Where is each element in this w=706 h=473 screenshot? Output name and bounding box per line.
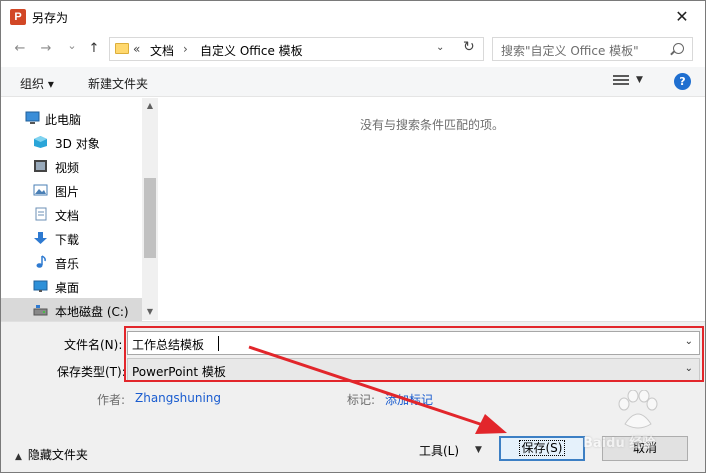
search-input[interactable]: 搜索"自定义 Office 模板": [501, 42, 639, 59]
nav-item-label: 视频: [55, 161, 80, 175]
video-icon: [34, 160, 47, 172]
scroll-down-icon[interactable]: ▼: [142, 304, 158, 320]
nav-item-label: 此电脑: [45, 113, 82, 127]
scrollbar-thumb[interactable]: [144, 178, 156, 258]
filetype-label: 保存类型(T):: [57, 365, 126, 379]
scroll-up-icon[interactable]: ▲: [142, 98, 158, 114]
organize-menu-button[interactable]: 组织 ▾: [20, 75, 54, 92]
forward-arrow-icon[interactable]: →: [37, 40, 55, 58]
disk-icon: [33, 305, 48, 316]
breadcrumb-documents[interactable]: 文档: [150, 42, 174, 59]
save-as-dialog: P 另存为 ✕ ← → ⌄ ↑ « 文档 › 自定义 Office 模板 ⌄ ↻…: [0, 0, 706, 473]
up-folder-icon[interactable]: ↑: [85, 40, 103, 58]
cube-3d-icon: [34, 136, 47, 148]
chevron-up-icon: ▲: [15, 452, 22, 462]
nav-item-3d-objects[interactable]: 3D 对象: [1, 130, 142, 154]
music-icon: [36, 255, 46, 268]
nav-item-label: 图片: [55, 185, 80, 199]
tools-dropdown-icon[interactable]: ▼: [475, 445, 482, 455]
breadcrumb-separator: ›: [183, 42, 188, 56]
new-folder-button[interactable]: 新建文件夹: [88, 75, 148, 92]
nav-item-label: 音乐: [55, 257, 80, 271]
filename-label: 文件名(N):: [64, 338, 123, 352]
breadcrumb-overflow[interactable]: «: [133, 42, 140, 56]
pc-icon: [25, 111, 40, 124]
view-options-icon[interactable]: [613, 75, 629, 89]
tags-label: 标记:: [347, 393, 376, 407]
close-button[interactable]: ✕: [659, 1, 705, 32]
nav-item-downloads[interactable]: 下载: [1, 226, 142, 250]
filetype-value: PowerPoint 模板: [132, 365, 226, 379]
nav-item-label: 本地磁盘 (C:): [55, 305, 129, 319]
navigation-pane: 此电脑 3D 对象 视频 图片 文档 下载 音乐 桌面 本地磁盘 (C:) ▲ …: [1, 98, 158, 322]
view-dropdown-icon[interactable]: ▼: [636, 75, 643, 85]
nav-item-this-pc[interactable]: 此电脑: [1, 106, 142, 130]
title-bar: P 另存为 ✕: [1, 1, 705, 33]
back-arrow-icon[interactable]: ←: [11, 40, 29, 58]
pictures-icon: [33, 184, 48, 196]
documents-icon: [35, 207, 47, 221]
nav-item-label: 下载: [55, 233, 80, 247]
breadcrumb-custom-office-templates[interactable]: 自定义 Office 模板: [200, 42, 303, 59]
hide-folders-button[interactable]: ▲ 隐藏文件夹: [15, 446, 88, 463]
text-caret: [218, 336, 219, 351]
recent-locations-dropdown-icon[interactable]: ⌄: [63, 37, 81, 55]
address-bar[interactable]: « 文档 › 自定义 Office 模板 ⌄ ↻: [109, 37, 484, 61]
command-toolbar: 组织 ▾ 新建文件夹 ▼ ?: [1, 67, 705, 97]
nav-item-pictures[interactable]: 图片: [1, 178, 142, 202]
filename-field[interactable]: 工作总结模板 ⌄: [127, 331, 700, 355]
desktop-icon: [33, 280, 48, 292]
nav-item-desktop[interactable]: 桌面: [1, 274, 142, 298]
address-dropdown-icon[interactable]: ⌄: [436, 42, 444, 53]
window-title: 另存为: [32, 11, 69, 25]
hide-folders-label: 隐藏文件夹: [27, 448, 88, 462]
author-label: 作者:: [97, 393, 126, 407]
nav-item-documents[interactable]: 文档: [1, 202, 142, 226]
refresh-icon[interactable]: ↻: [463, 39, 475, 55]
filename-dropdown-icon[interactable]: ⌄: [685, 336, 693, 347]
empty-results-message: 没有与搜索条件匹配的项。: [359, 118, 504, 132]
cancel-button[interactable]: 取消: [602, 436, 688, 461]
save-button-label: 保存(S): [518, 440, 566, 456]
navigation-bar: ← → ⌄ ↑ « 文档 › 自定义 Office 模板 ⌄ ↻ 搜索"自定义 …: [1, 33, 705, 65]
save-button[interactable]: 保存(S): [499, 436, 585, 461]
nav-item-music[interactable]: 音乐: [1, 250, 142, 274]
search-box[interactable]: 搜索"自定义 Office 模板": [492, 37, 693, 61]
save-options-area: 文件名(N): 工作总结模板 ⌄ 保存类型(T): PowerPoint 模板 …: [1, 321, 705, 472]
powerpoint-app-icon: P: [10, 9, 26, 25]
add-tags-link[interactable]: 添加标记: [385, 391, 433, 408]
search-icon: [673, 43, 684, 54]
nav-item-label: 3D 对象: [55, 137, 100, 151]
file-list-pane[interactable]: 没有与搜索条件匹配的项。: [159, 98, 705, 320]
filetype-select[interactable]: PowerPoint 模板 ⌄: [127, 358, 700, 382]
author-value[interactable]: Zhangshuning: [135, 391, 221, 405]
nav-item-videos[interactable]: 视频: [1, 154, 142, 178]
folder-icon: [115, 43, 129, 54]
nav-item-label: 桌面: [55, 281, 80, 295]
help-icon[interactable]: ?: [674, 73, 691, 90]
filetype-dropdown-icon[interactable]: ⌄: [685, 363, 693, 374]
download-icon: [34, 232, 47, 244]
navigation-scrollbar[interactable]: ▲ ▼: [142, 98, 158, 320]
tools-menu-button[interactable]: 工具(L): [419, 442, 459, 459]
nav-item-label: 文档: [55, 209, 80, 223]
nav-item-local-disk-c[interactable]: 本地磁盘 (C:): [1, 298, 142, 322]
filename-input[interactable]: 工作总结模板: [132, 336, 204, 353]
